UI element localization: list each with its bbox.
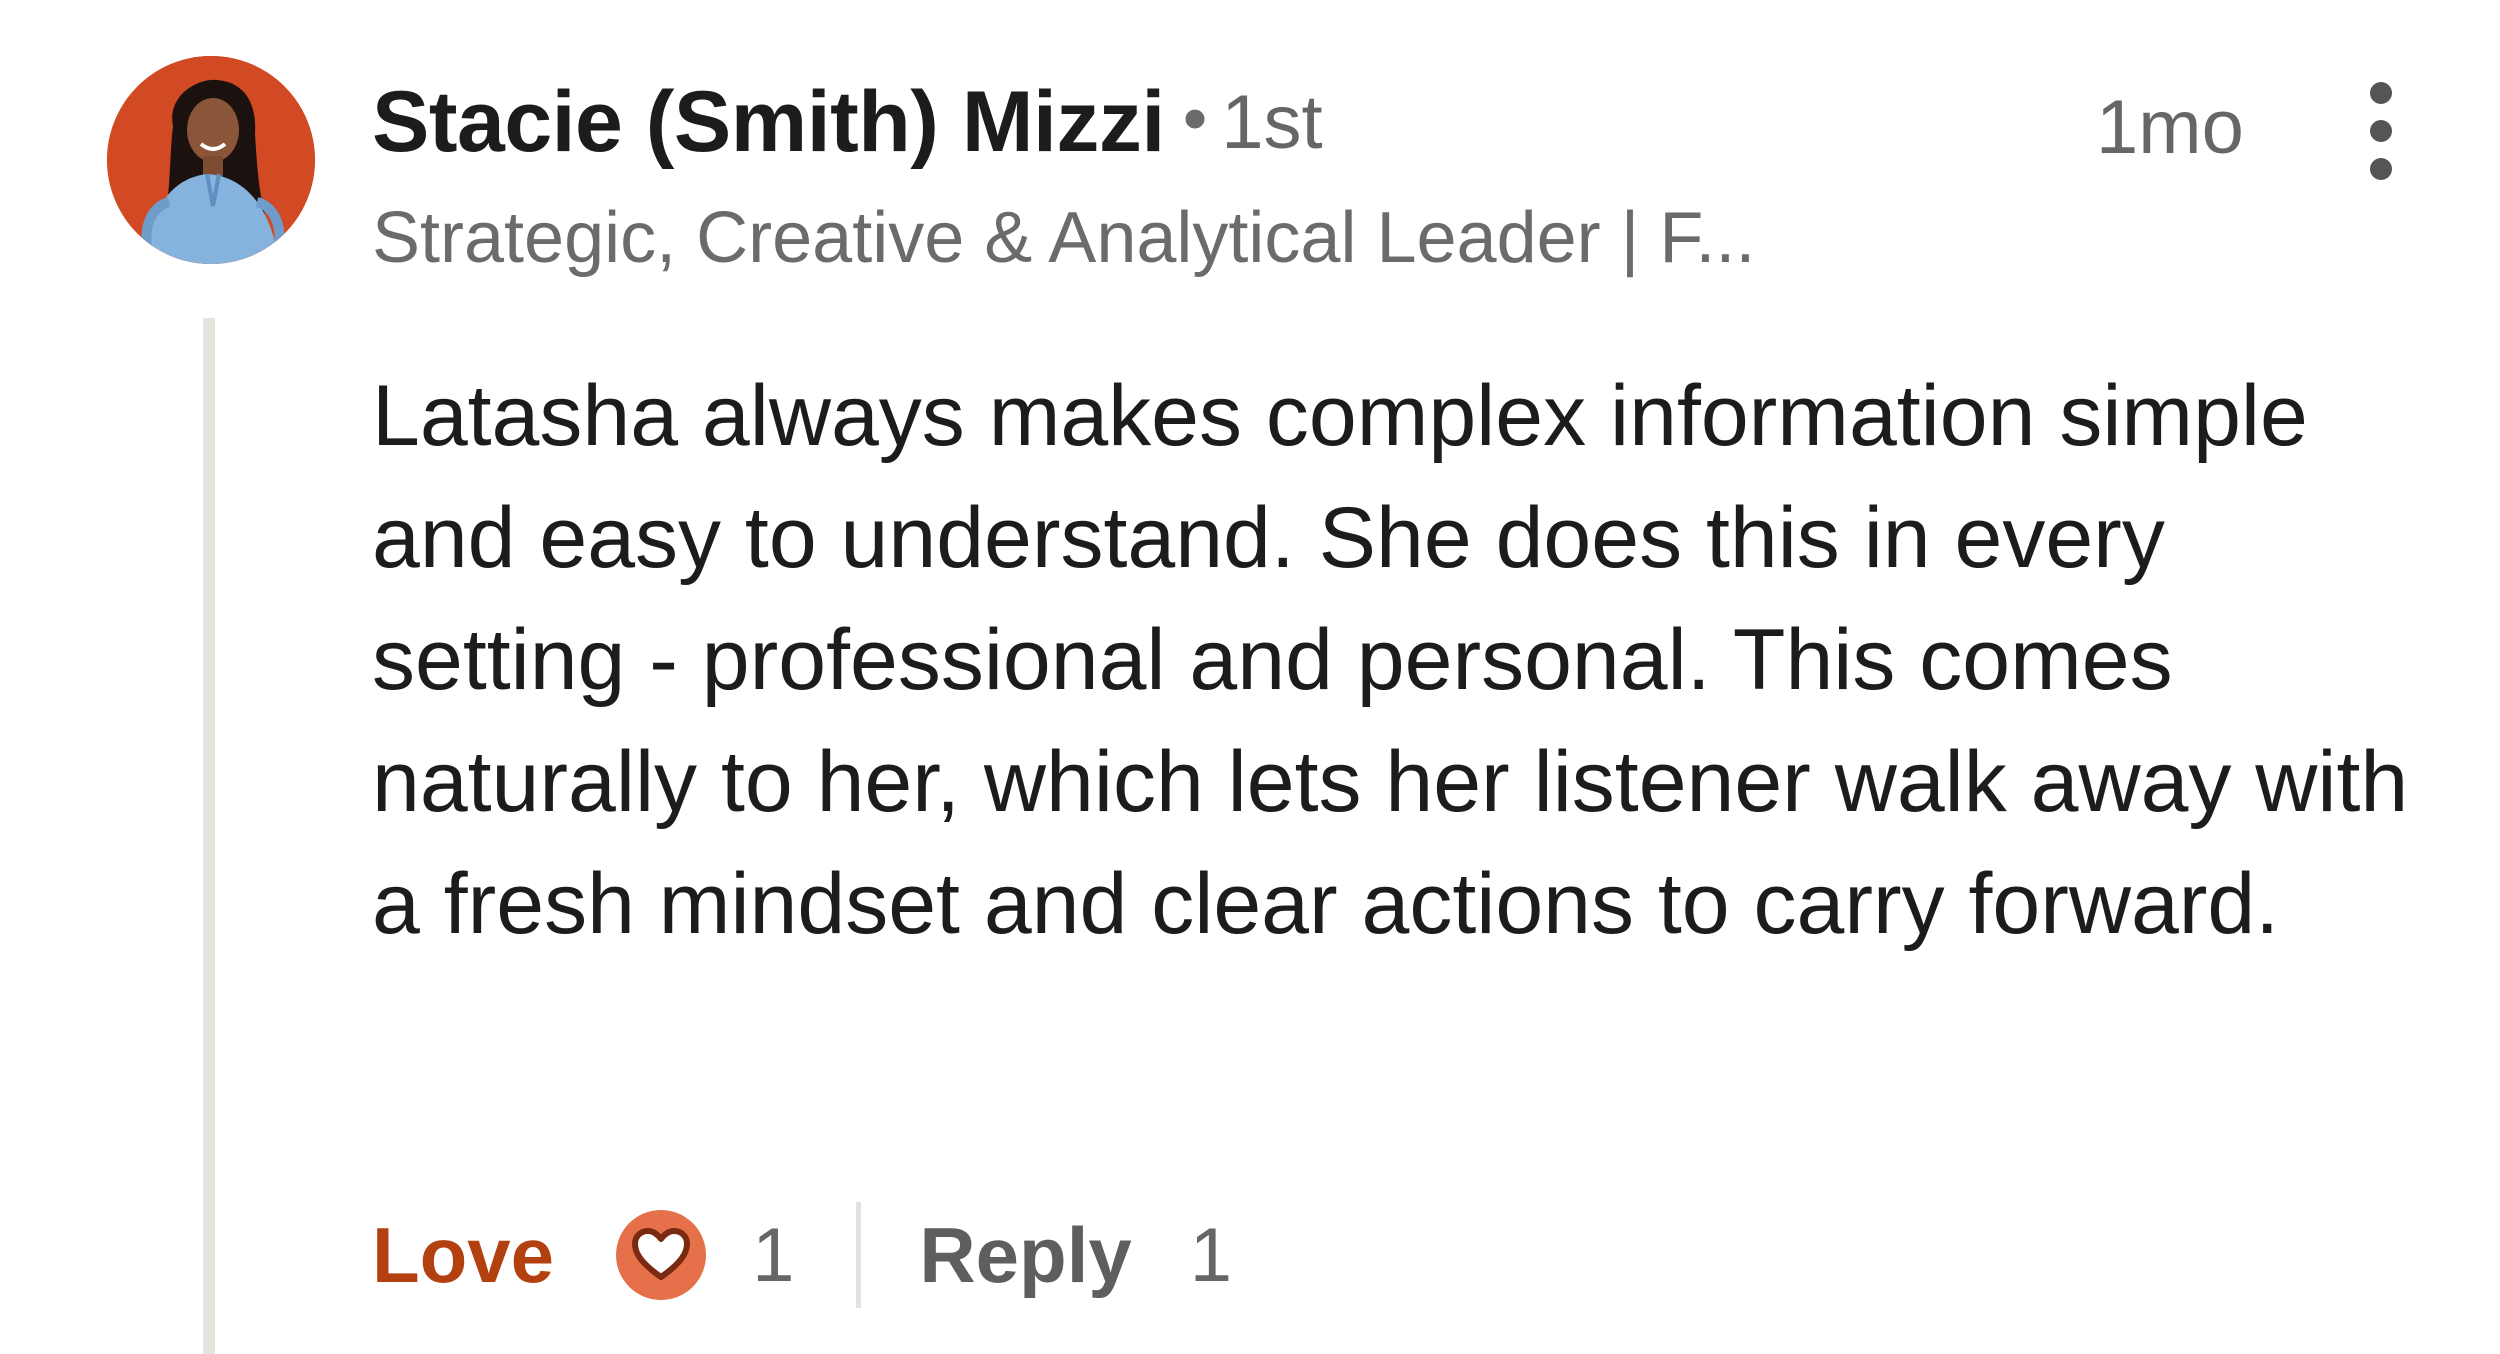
author-name[interactable]: Stacie (Smith) Mizzi [372,73,1165,172]
separator-dot: • [1182,79,1208,157]
author-headline[interactable]: Strategic, Creative & Analytical Leader … [372,188,1755,288]
comment-text: Latasha always makes complex information… [372,368,2409,952]
love-button[interactable]: Love [372,1210,554,1301]
avatar[interactable] [107,56,315,264]
thread-line [203,318,215,1354]
reply-count[interactable]: 1 [1190,1212,1232,1299]
comment-actions: Love 1 Reply 1 [372,1195,1232,1315]
action-divider [856,1202,862,1308]
more-options-button[interactable] [2348,82,2414,192]
avatar-photo [107,56,315,264]
reaction-count[interactable]: 1 [752,1212,794,1299]
reaction-badge[interactable] [616,1210,707,1300]
timestamp: 1mo [2096,85,2244,170]
connection-degree: 1st [1221,79,1323,165]
comment-header: Stacie (Smith) Mizzi • 1st [372,62,1323,182]
heart-icon [632,1228,691,1280]
reply-button[interactable]: Reply [919,1210,1131,1301]
